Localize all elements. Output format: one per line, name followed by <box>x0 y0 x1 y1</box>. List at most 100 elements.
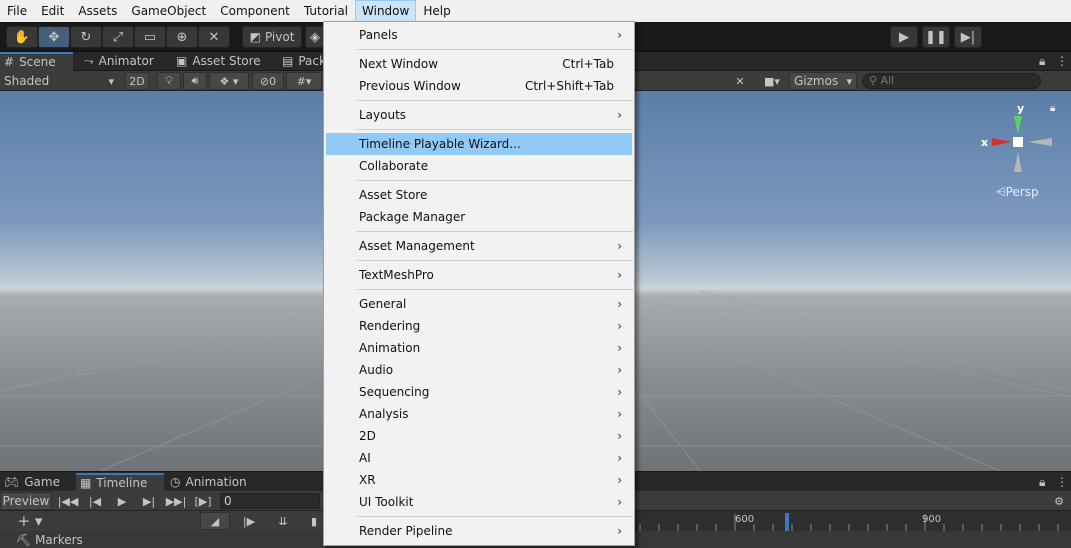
clip-edit-button[interactable]: ⇊ <box>268 512 298 530</box>
toggle-2d-button[interactable]: 2D <box>125 72 149 90</box>
transform-tool-button[interactable]: ⊕ <box>166 26 198 48</box>
shading-mode-dropdown[interactable]: Shaded ▾ <box>0 72 118 90</box>
menu-item-rendering[interactable]: Rendering › <box>326 315 632 337</box>
range-icon: [▶] <box>194 494 212 508</box>
grid-dropdown[interactable]: #▾ <box>286 72 322 90</box>
wrench-icon: ✕ <box>735 74 745 88</box>
frame-field[interactable]: 0 <box>220 493 320 509</box>
pivot-toggle[interactable]: ◩ Pivot <box>242 26 302 48</box>
menu-help[interactable]: Help <box>416 0 457 22</box>
menu-item-textmeshpro[interactable]: TextMeshPro › <box>326 264 632 286</box>
snap-button[interactable]: |▶ <box>234 512 264 530</box>
x-axis-cone <box>992 138 1012 146</box>
menu-item-collaborate[interactable]: Collaborate <box>326 155 632 177</box>
playhead-marker[interactable] <box>785 513 789 531</box>
menu-item-audio[interactable]: Audio › <box>326 359 632 381</box>
menu-item-ai[interactable]: AI › <box>326 447 632 469</box>
tools-toggle[interactable]: ✕ <box>728 72 752 90</box>
gizmos-label: Gizmos <box>794 74 839 88</box>
tab-animation[interactable]: ◷ Animation <box>166 473 266 492</box>
timeline-more-icon[interactable]: ⋮ <box>1052 473 1068 492</box>
more-menu-icon[interactable]: ⋮ <box>1052 52 1068 71</box>
menu-item-xr[interactable]: XR › <box>326 469 632 491</box>
menu-item-label: TextMeshPro <box>359 268 434 282</box>
menu-item-asset-management[interactable]: Asset Management › <box>326 235 632 257</box>
menu-item-2d[interactable]: 2D › <box>326 425 632 447</box>
scene-search-input[interactable]: ⚲ All <box>862 73 1041 89</box>
menu-item-label: XR <box>359 473 376 487</box>
menu-component[interactable]: Component <box>213 0 297 22</box>
goto-start-button[interactable]: |◀◀ <box>57 492 79 510</box>
rotate-tool-button[interactable]: ↻ <box>70 26 102 48</box>
menu-edit[interactable]: Edit <box>34 0 71 22</box>
menu-item-layouts[interactable]: Layouts › <box>326 104 632 126</box>
next-frame-icon: ▶| <box>142 494 156 508</box>
menu-item-label: Timeline Playable Wizard... <box>359 137 521 151</box>
markers-track[interactable]: ⛏ Markers <box>16 533 83 547</box>
menu-window[interactable]: Window <box>355 0 417 22</box>
chevron-right-icon: › <box>617 239 622 253</box>
timeline-lock-icon[interactable]: 🔒︎ <box>1035 473 1049 492</box>
move-tool-button[interactable]: ✥ <box>38 26 70 48</box>
add-track-button[interactable]: + ▾ <box>12 512 48 530</box>
menu-item-previous-window[interactable]: Previous Window Ctrl+Shift+Tab <box>326 75 632 97</box>
lock-icon[interactable]: 🔒︎ <box>1035 52 1049 71</box>
menu-assets[interactable]: Assets <box>71 0 124 22</box>
next-frame-button[interactable]: ▶| <box>138 492 160 510</box>
tab-animator[interactable]: ⤳ Animator <box>80 52 170 71</box>
menu-item-analysis[interactable]: Analysis › <box>326 403 632 425</box>
gizmo-lock-icon[interactable]: 🔒︎ <box>1050 103 1055 114</box>
loop-button[interactable]: [▶] <box>192 492 214 510</box>
menu-item-next-window[interactable]: Next Window Ctrl+Tab <box>326 53 632 75</box>
effects-dropdown[interactable]: ❖ ▾ <box>209 72 249 90</box>
menu-separator <box>357 100 633 101</box>
audio-toggle[interactable]: 🔊︎ <box>183 72 207 90</box>
menu-item-general[interactable]: General › <box>326 293 632 315</box>
custom-tool-button[interactable]: ✕ <box>198 26 230 48</box>
menu-file[interactable]: File <box>0 0 34 22</box>
gizmos-dropdown[interactable]: Gizmos ▾ <box>789 72 857 90</box>
goto-end-button[interactable]: ▶▶| <box>165 492 187 510</box>
preview-toggle[interactable]: Preview <box>0 492 52 510</box>
menu-item-animation[interactable]: Animation › <box>326 337 632 359</box>
menu-item-panels[interactable]: Panels › <box>326 24 632 46</box>
menu-tutorial[interactable]: Tutorial <box>297 0 355 22</box>
menu-item-label: Package Manager <box>359 210 466 224</box>
lighting-toggle[interactable]: 💡︎ <box>157 72 181 90</box>
play-button[interactable]: ▶ <box>890 26 918 48</box>
menu-item-sequencing[interactable]: Sequencing › <box>326 381 632 403</box>
menu-gameobject[interactable]: GameObject <box>124 0 213 22</box>
orientation-gizmo[interactable]: x y <box>976 100 1056 180</box>
global-toggle[interactable]: ◈ <box>305 26 325 48</box>
prev-frame-button[interactable]: |◀ <box>84 492 106 510</box>
ripple-edit-button[interactable]: ◢ <box>200 512 230 530</box>
projection-toggle[interactable]: ⩤Persp <box>996 185 1039 200</box>
menu-item-timeline-playable-wizard[interactable]: Timeline Playable Wizard... <box>326 133 632 155</box>
tab-asset-store[interactable]: ▣ Asset Store <box>172 52 272 71</box>
step-button[interactable]: ▶| <box>954 26 982 48</box>
chevron-right-icon: › <box>617 319 622 333</box>
tab-game[interactable]: 🎮︎ Game <box>0 473 74 492</box>
tab-package[interactable]: ▤ Pack <box>278 52 326 71</box>
hand-tool-button[interactable]: ✋ <box>6 26 38 48</box>
play-timeline-button[interactable]: ▶ <box>111 492 133 510</box>
pause-button[interactable]: ❚❚ <box>922 26 950 48</box>
tab-timeline-label: Timeline <box>96 476 148 490</box>
key-button[interactable]: ▮ <box>305 512 323 530</box>
menu-item-package-manager[interactable]: Package Manager <box>326 206 632 228</box>
scale-tool-button[interactable]: ⤢ <box>102 26 134 48</box>
projection-label: Persp <box>1005 185 1039 199</box>
tab-game-label: Game <box>24 475 60 489</box>
chevron-right-icon: › <box>617 495 622 509</box>
tab-scene[interactable]: # Scene <box>0 52 73 71</box>
menu-item-asset-store[interactable]: Asset Store <box>326 184 632 206</box>
camera-dropdown[interactable]: ■▾ <box>756 72 788 90</box>
menu-item-render-pipeline[interactable]: Render Pipeline › <box>326 520 632 542</box>
rect-tool-button[interactable]: ▭ <box>134 26 166 48</box>
tab-timeline[interactable]: ▦ Timeline <box>76 473 164 492</box>
menu-item-ui-toolkit[interactable]: UI Toolkit › <box>326 491 632 513</box>
timeline-settings-button[interactable]: ⚙ <box>1050 492 1068 510</box>
hidden-objects-toggle[interactable]: ⊘ 0 <box>252 72 284 90</box>
neg-y-axis-cone <box>1014 152 1022 172</box>
time-ruler[interactable]: 600 900 <box>634 511 1071 531</box>
